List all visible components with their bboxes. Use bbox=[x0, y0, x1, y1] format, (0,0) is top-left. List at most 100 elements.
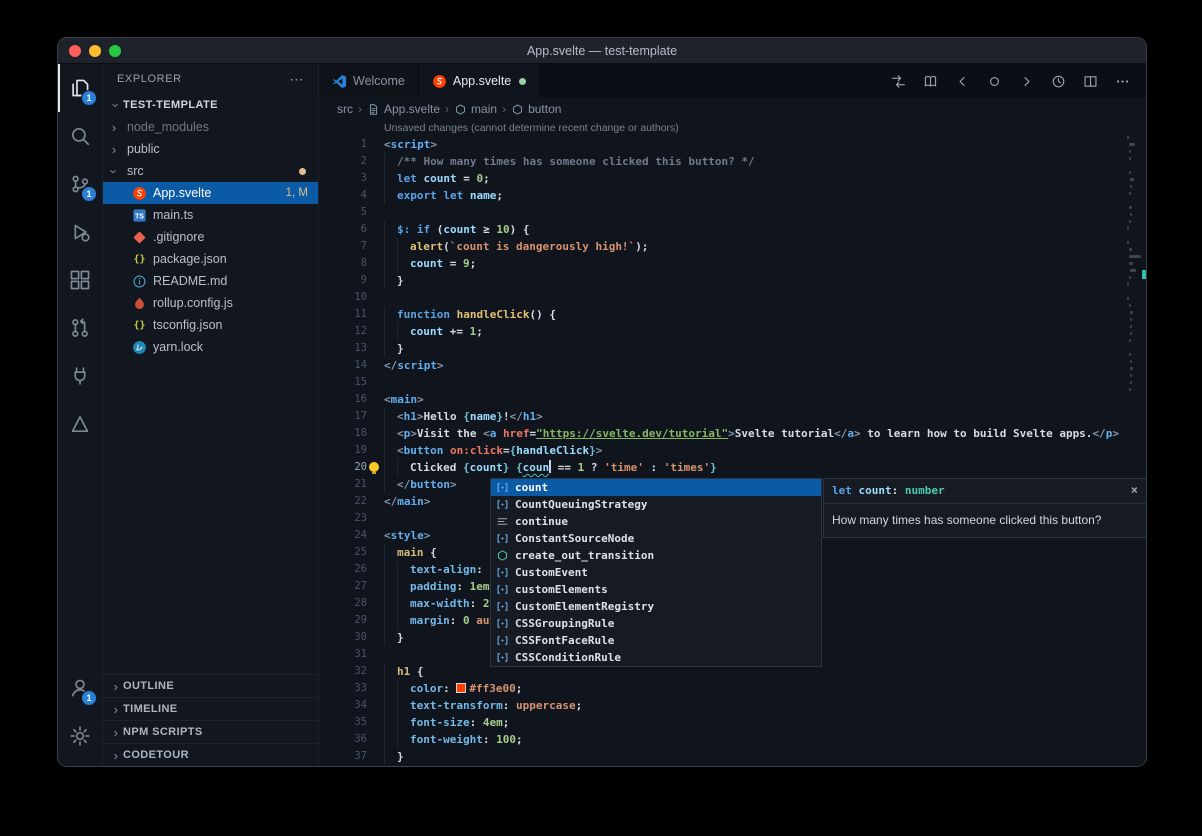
lightbulb-icon[interactable] bbox=[369, 462, 379, 472]
breadcrumb-button[interactable]: button bbox=[511, 102, 561, 116]
section-outline[interactable]: ›OUTLINE bbox=[103, 674, 318, 697]
line-number[interactable]: 30 bbox=[319, 629, 367, 646]
code-line[interactable]: 8count = 9; bbox=[319, 255, 1146, 272]
line-number[interactable]: 24 bbox=[319, 527, 367, 544]
code-line[interactable]: 18<p>Visit the <a href="https://svelte.d… bbox=[319, 425, 1146, 442]
line-number[interactable]: 33 bbox=[319, 680, 367, 697]
line-number[interactable]: 15 bbox=[319, 374, 367, 391]
suggestion-cssfontfacerule[interactable]: CSSFontFaceRule bbox=[491, 632, 821, 649]
code-line[interactable]: 33color: #ff3e00; bbox=[319, 680, 1146, 697]
line-number[interactable]: 21 bbox=[319, 476, 367, 493]
code-line[interactable]: 13} bbox=[319, 340, 1146, 357]
activity-accounts[interactable]: 1 bbox=[58, 664, 102, 712]
section-timeline[interactable]: ›TIMELINE bbox=[103, 697, 318, 720]
suggestion-customelementregistry[interactable]: CustomElementRegistry bbox=[491, 598, 821, 615]
line-number[interactable]: 34 bbox=[319, 697, 367, 714]
previous-change-icon[interactable] bbox=[955, 74, 970, 89]
line-number[interactable]: 12 bbox=[319, 323, 367, 340]
code-line[interactable]: 16<main> bbox=[319, 391, 1146, 408]
file-gitignore[interactable]: .gitignore bbox=[103, 226, 318, 248]
code-line[interactable]: 5 bbox=[319, 204, 1146, 221]
activity-settings[interactable] bbox=[58, 712, 102, 760]
file-tsconfig-json[interactable]: {}tsconfig.json bbox=[103, 314, 318, 336]
code-line[interactable]: 6$: if (count ≥ 10) { bbox=[319, 221, 1146, 238]
code-line[interactable]: 37} bbox=[319, 748, 1146, 765]
code-line[interactable]: 7alert(`count is dangerously high!`); bbox=[319, 238, 1146, 255]
folder-public[interactable]: ›public bbox=[103, 138, 318, 160]
line-number[interactable]: 29 bbox=[319, 612, 367, 629]
suggestion-create-out-transition[interactable]: create_out_transition bbox=[491, 547, 821, 564]
line-number[interactable]: 5 bbox=[319, 204, 367, 221]
close-window-button[interactable] bbox=[69, 45, 81, 57]
suggestion-cssconditionrule[interactable]: CSSConditionRule bbox=[491, 649, 821, 666]
code-line[interactable]: 12count += 1; bbox=[319, 323, 1146, 340]
code-line[interactable]: 36font-weight: 100; bbox=[319, 731, 1146, 748]
line-number[interactable]: 32 bbox=[319, 663, 367, 680]
line-number[interactable]: 37 bbox=[319, 748, 367, 765]
code-line[interactable]: 20Clicked {count} {coun == 1 ? 'time' : … bbox=[319, 459, 1146, 476]
tab-app-svelte[interactable]: App.svelte bbox=[419, 64, 540, 98]
folder-src[interactable]: ›src bbox=[103, 160, 318, 182]
file-yarn-lock[interactable]: yarn.lock bbox=[103, 336, 318, 358]
timeline-icon[interactable] bbox=[1051, 74, 1066, 89]
line-number[interactable]: 36 bbox=[319, 731, 367, 748]
minimize-window-button[interactable] bbox=[89, 45, 101, 57]
line-number[interactable]: 7 bbox=[319, 238, 367, 255]
breadcrumb-src[interactable]: src bbox=[337, 102, 353, 116]
more-actions-icon[interactable]: ⋯ bbox=[289, 71, 304, 88]
file-readme-md[interactable]: README.md bbox=[103, 270, 318, 292]
line-number[interactable]: 11 bbox=[319, 306, 367, 323]
activity-search[interactable] bbox=[58, 112, 102, 160]
tab-welcome[interactable]: Welcome bbox=[319, 64, 419, 98]
suggestion-countqueuingstrategy[interactable]: CountQueuingStrategy bbox=[491, 496, 821, 513]
line-number[interactable]: 8 bbox=[319, 255, 367, 272]
file-package-json[interactable]: {}package.json bbox=[103, 248, 318, 270]
breadcrumb-main[interactable]: main bbox=[454, 102, 497, 116]
line-number[interactable]: 9 bbox=[319, 272, 367, 289]
line-number[interactable]: 19 bbox=[319, 442, 367, 459]
line-number[interactable]: 16 bbox=[319, 391, 367, 408]
code-line[interactable]: 4export let name; bbox=[319, 187, 1146, 204]
line-number[interactable]: 14 bbox=[319, 357, 367, 374]
line-number[interactable]: 31 bbox=[319, 646, 367, 663]
zoom-window-button[interactable] bbox=[109, 45, 121, 57]
activity-github-pull-requests[interactable] bbox=[58, 304, 102, 352]
more-actions-icon[interactable] bbox=[1115, 74, 1130, 89]
suggestion-customelements[interactable]: customElements bbox=[491, 581, 821, 598]
breadcrumb-app-svelte[interactable]: App.svelte bbox=[367, 102, 440, 116]
section-codetour[interactable]: ›CODETOUR bbox=[103, 743, 318, 766]
line-number[interactable]: 17 bbox=[319, 408, 367, 425]
line-number[interactable]: 1 bbox=[319, 136, 367, 153]
line-number[interactable]: 22 bbox=[319, 493, 367, 510]
code-line[interactable]: 35font-size: 4em; bbox=[319, 714, 1146, 731]
close-icon[interactable]: × bbox=[1131, 484, 1138, 496]
code-line[interactable]: 14</script> bbox=[319, 357, 1146, 374]
next-change-icon[interactable] bbox=[1019, 74, 1034, 89]
activity-run-and-debug[interactable] bbox=[58, 208, 102, 256]
line-number[interactable]: 6 bbox=[319, 221, 367, 238]
code-line[interactable]: 1<script> bbox=[319, 136, 1146, 153]
code-line[interactable]: 3let count = 0; bbox=[319, 170, 1146, 187]
activity-explorer[interactable]: 1 bbox=[58, 64, 102, 112]
file-main-ts[interactable]: TSmain.ts bbox=[103, 204, 318, 226]
activity-extensions[interactable] bbox=[58, 256, 102, 304]
code-line[interactable]: 34text-transform: uppercase; bbox=[319, 697, 1146, 714]
line-number[interactable]: 13 bbox=[319, 340, 367, 357]
code-line[interactable]: 19<button on:click={handleClick}> bbox=[319, 442, 1146, 459]
line-number[interactable]: 4 bbox=[319, 187, 367, 204]
split-editor-icon[interactable] bbox=[1083, 74, 1098, 89]
code-editor[interactable]: Unsaved changes (cannot determine recent… bbox=[319, 120, 1146, 766]
code-line[interactable]: 11function handleClick() { bbox=[319, 306, 1146, 323]
file-rollup-config-js[interactable]: rollup.config.js bbox=[103, 292, 318, 314]
suggestion-continue[interactable]: continue bbox=[491, 513, 821, 530]
suggestion-customevent[interactable]: CustomEvent bbox=[491, 564, 821, 581]
activity-remote-explorer[interactable] bbox=[58, 352, 102, 400]
project-root-folder[interactable]: › TEST-TEMPLATE bbox=[103, 94, 318, 116]
code-line[interactable]: 17<h1>Hello {name}!</h1> bbox=[319, 408, 1146, 425]
line-number[interactable]: 18 bbox=[319, 425, 367, 442]
code-line[interactable]: 2/** How many times has someone clicked … bbox=[319, 153, 1146, 170]
activity-azure[interactable] bbox=[58, 400, 102, 448]
suggestion-count[interactable]: count bbox=[491, 479, 821, 496]
open-preview-icon[interactable] bbox=[923, 74, 938, 89]
section-npm-scripts[interactable]: ›NPM SCRIPTS bbox=[103, 720, 318, 743]
